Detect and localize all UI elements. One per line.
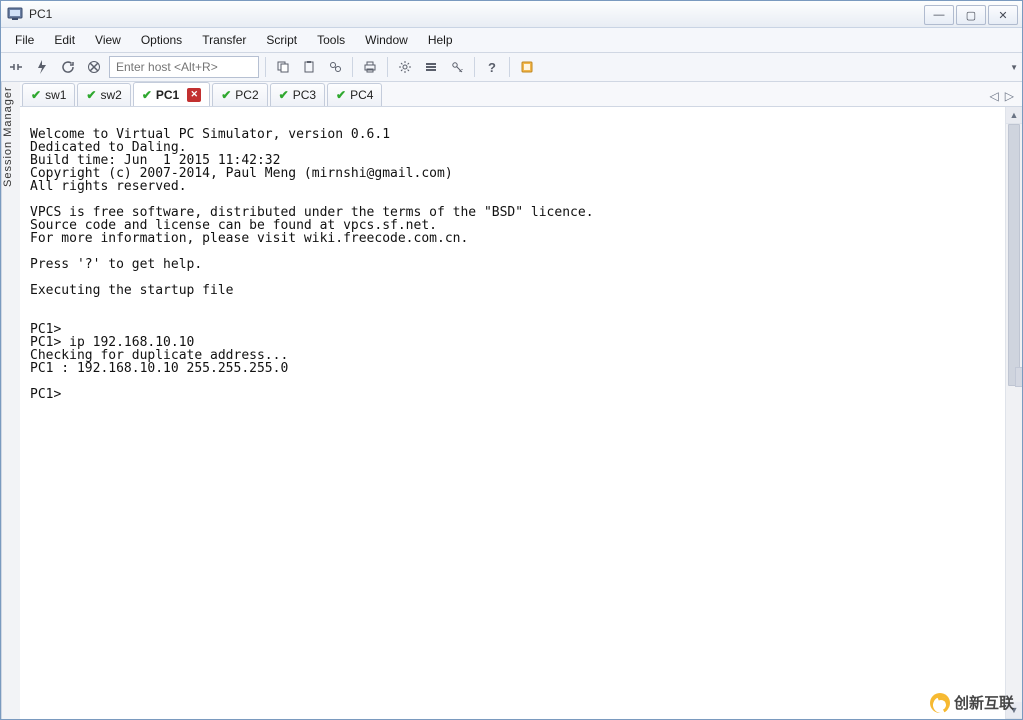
menu-tools[interactable]: Tools <box>307 30 355 50</box>
window-title: PC1 <box>29 7 924 21</box>
sidebar-label: Session Manager <box>2 86 14 187</box>
tab-label: PC1 <box>156 88 179 102</box>
key-icon[interactable] <box>446 56 468 78</box>
scroll-thumb[interactable] <box>1008 124 1020 386</box>
copy-icon[interactable] <box>272 56 294 78</box>
tab-label: sw2 <box>100 88 121 102</box>
app-icon <box>7 6 23 22</box>
disconnect-icon[interactable] <box>83 56 105 78</box>
check-icon: ✔ <box>336 88 346 102</box>
tab-scroll-right-icon[interactable]: ▷ <box>1005 89 1014 103</box>
toolbar-separator <box>509 57 510 77</box>
tab-label: PC3 <box>293 88 316 102</box>
terminal-panel: Welcome to Virtual PC Simulator, version… <box>20 107 1022 719</box>
check-icon: ✔ <box>86 88 96 102</box>
help-icon[interactable]: ? <box>481 56 503 78</box>
check-icon: ✔ <box>142 88 152 102</box>
scroll-track[interactable] <box>1006 124 1022 702</box>
tab-sw2[interactable]: ✔ sw2 <box>77 83 130 106</box>
menu-help[interactable]: Help <box>418 30 463 50</box>
scroll-up-icon[interactable]: ▲ <box>1006 107 1022 124</box>
maximize-button[interactable]: ▢ <box>956 5 986 25</box>
window-controls: ― ▢ ✕ <box>924 5 1018 23</box>
menu-view[interactable]: View <box>85 30 131 50</box>
connect-icon[interactable] <box>5 56 27 78</box>
watermark-text: 创新互联 <box>954 692 1014 713</box>
tab-label: PC4 <box>350 88 373 102</box>
session-options-icon[interactable] <box>420 56 442 78</box>
host-input[interactable] <box>109 56 259 78</box>
check-icon: ✔ <box>221 88 231 102</box>
tab-pc4[interactable]: ✔ PC4 <box>327 83 382 106</box>
toolbar-separator <box>387 57 388 77</box>
toolbar-separator <box>265 57 266 77</box>
tab-pc3[interactable]: ✔ PC3 <box>270 83 325 106</box>
tab-pc2[interactable]: ✔ PC2 <box>212 83 267 106</box>
quick-connect-icon[interactable] <box>31 56 53 78</box>
tab-label: PC2 <box>235 88 258 102</box>
watermark-logo-icon <box>930 693 950 713</box>
menu-window[interactable]: Window <box>355 30 418 50</box>
check-icon: ✔ <box>31 88 41 102</box>
app-window: PC1 ― ▢ ✕ File Edit View Options Transfe… <box>0 0 1023 720</box>
tab-close-icon[interactable]: ✕ <box>187 88 201 102</box>
menu-transfer[interactable]: Transfer <box>192 30 256 50</box>
toolbar-separator <box>474 57 475 77</box>
session-manager-sidebar[interactable]: Session Manager <box>1 82 20 719</box>
check-icon: ✔ <box>279 88 289 102</box>
tabbar: ✔ sw1 ✔ sw2 ✔ PC1 ✕ ✔ PC2 ✔ <box>20 82 1022 107</box>
scroll-grip-icon <box>1015 367 1022 387</box>
tab-label: sw1 <box>45 88 66 102</box>
close-button[interactable]: ✕ <box>988 5 1018 25</box>
paste-icon[interactable] <box>298 56 320 78</box>
tab-scroll-left-icon[interactable]: ◁ <box>990 89 999 103</box>
toolbar-overflow-icon[interactable]: ▼ <box>1010 63 1018 72</box>
minimize-button[interactable]: ― <box>924 5 954 25</box>
vertical-scrollbar[interactable]: ▲ ▼ <box>1005 107 1022 719</box>
settings-icon[interactable] <box>394 56 416 78</box>
toolbar-separator <box>352 57 353 77</box>
find-icon[interactable] <box>324 56 346 78</box>
toolbar: ? ▼ <box>1 53 1022 82</box>
tab-pc1[interactable]: ✔ PC1 ✕ <box>133 82 210 106</box>
tab-sw1[interactable]: ✔ sw1 <box>22 83 75 106</box>
menu-script[interactable]: Script <box>256 30 307 50</box>
watermark: 创新互联 <box>930 692 1014 713</box>
titlebar: PC1 ― ▢ ✕ <box>1 1 1022 28</box>
menubar: File Edit View Options Transfer Script T… <box>1 28 1022 53</box>
menu-edit[interactable]: Edit <box>44 30 85 50</box>
svg-text:?: ? <box>488 60 496 74</box>
menu-options[interactable]: Options <box>131 30 192 50</box>
reconnect-icon[interactable] <box>57 56 79 78</box>
extra-tool-icon[interactable] <box>516 56 538 78</box>
print-icon[interactable] <box>359 56 381 78</box>
menu-file[interactable]: File <box>5 30 44 50</box>
terminal-output[interactable]: Welcome to Virtual PC Simulator, version… <box>20 120 1005 706</box>
